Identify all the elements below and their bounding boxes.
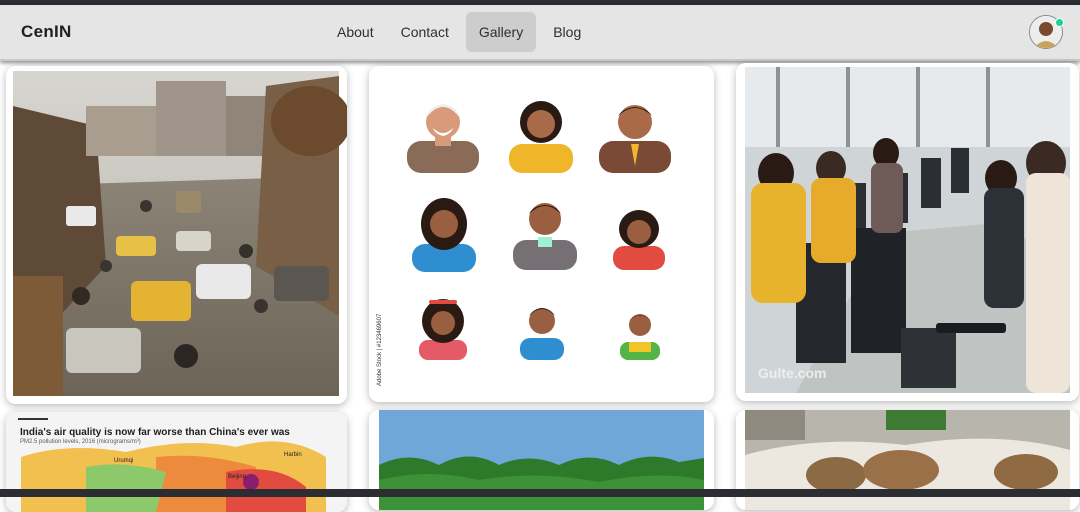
online-status-dot — [1055, 18, 1064, 27]
office-photo — [736, 63, 1079, 401]
gallery-card-street[interactable] — [6, 66, 347, 404]
street-photo — [6, 66, 347, 404]
map-label-harbin: Harbin — [284, 452, 302, 458]
bottom-bar — [0, 489, 1080, 497]
brand-logo[interactable]: CenIN — [21, 22, 72, 42]
nav-contact[interactable]: Contact — [391, 12, 459, 52]
nav-links: About Contact Gallery Blog — [327, 12, 598, 52]
nav-gallery[interactable]: Gallery — [465, 12, 537, 52]
map-title: India's air quality is now far worse tha… — [20, 427, 290, 438]
avatars-illustration — [369, 66, 714, 402]
navbar: CenIN About Contact Gallery Blog — [0, 5, 1080, 61]
map-label-beijing: Beijing — [228, 474, 247, 480]
gallery-card-aqi-map[interactable]: India's air quality is now far worse tha… — [6, 412, 347, 512]
nav-about[interactable]: About — [327, 12, 384, 52]
nav-blog[interactable]: Blog — [543, 12, 591, 52]
map-label-urumqi: Urumqi — [114, 458, 134, 464]
gallery-card-office[interactable]: Gulte.com — [736, 63, 1079, 401]
gulte-watermark: Gulte.com — [758, 365, 827, 381]
gallery-card-avatars[interactable]: Adobe Stock | #123469607 — [369, 66, 714, 402]
stock-watermark: Adobe Stock | #123469607 — [377, 313, 383, 386]
map-subtitle: PM2.5 pollution levels, 2016 (micrograms… — [20, 439, 141, 445]
